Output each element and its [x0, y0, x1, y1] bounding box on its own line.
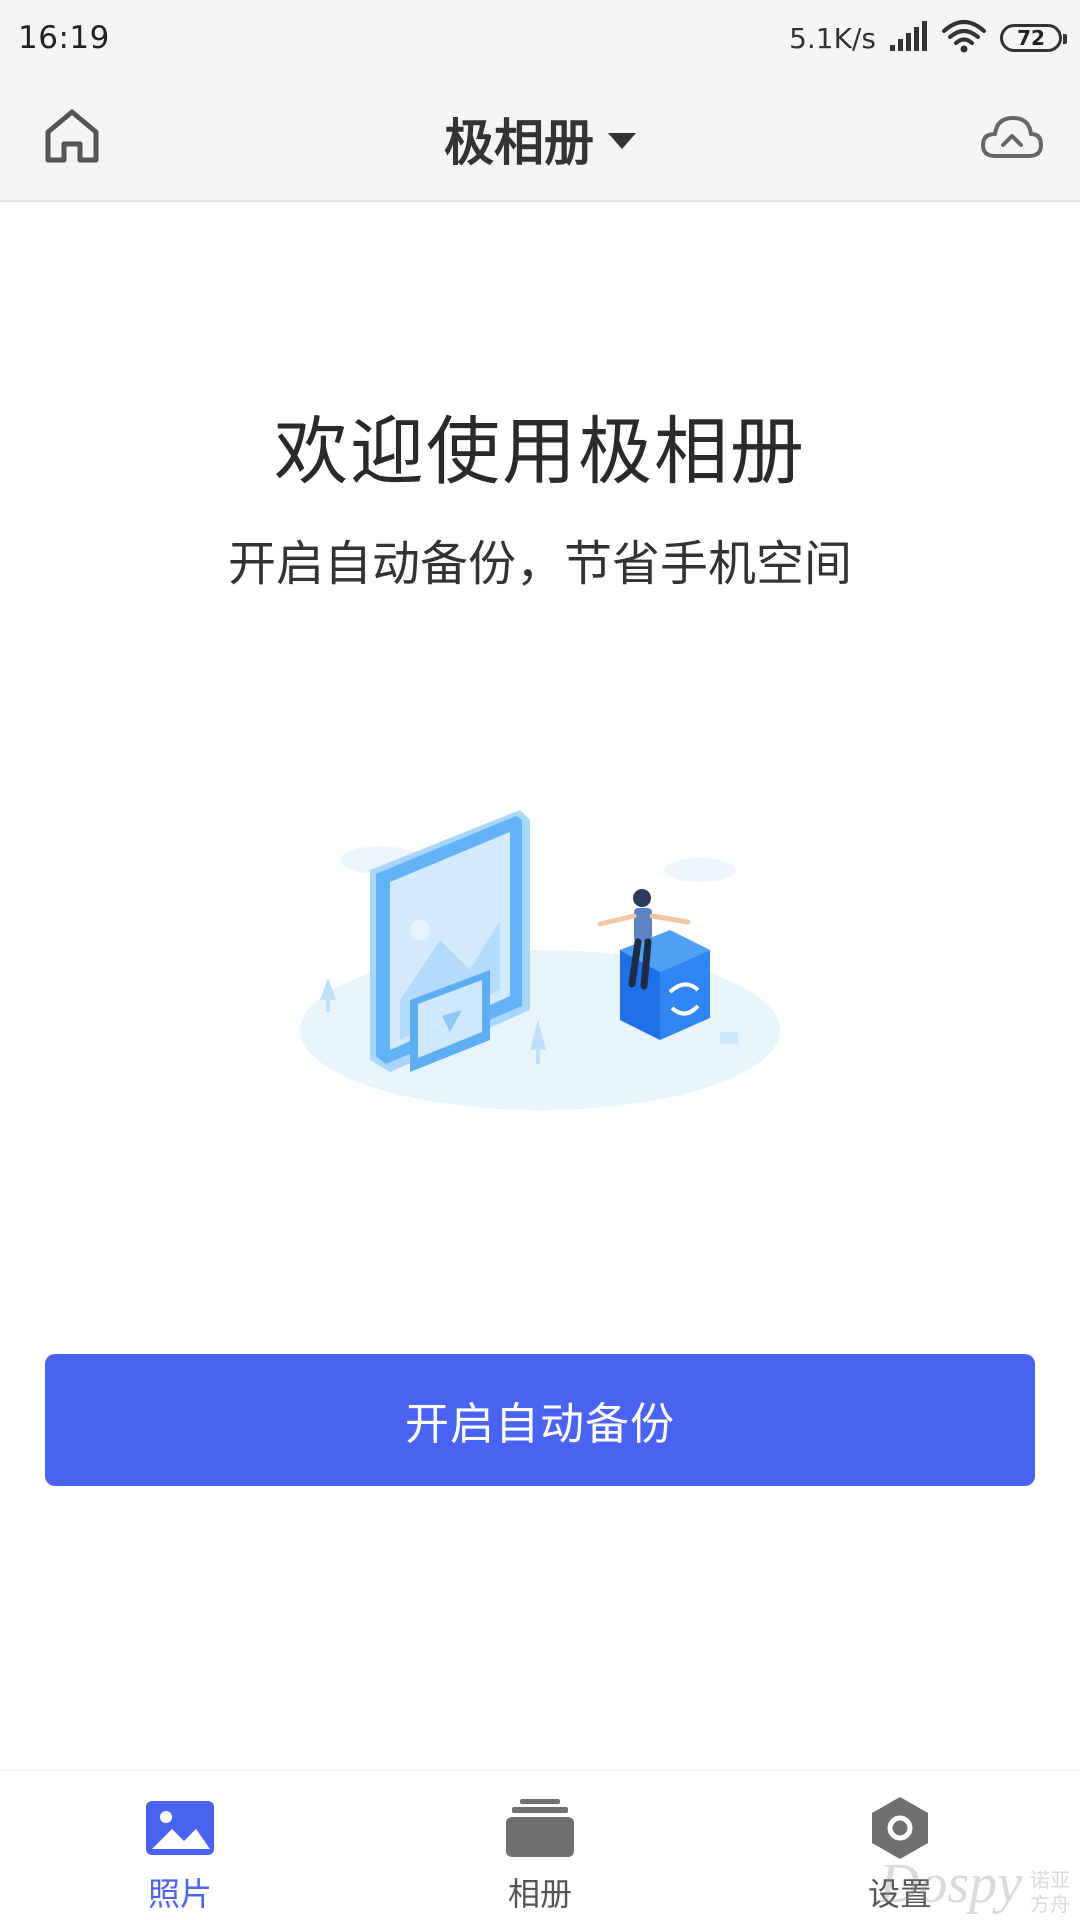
app-bar: 极相册 — [0, 76, 1080, 202]
photo-icon — [142, 1795, 218, 1861]
status-time: 16:19 — [18, 20, 110, 56]
welcome-title: 欢迎使用极相册 — [274, 409, 806, 495]
watermark-side-bottom: 方舟 — [1030, 1892, 1070, 1916]
page-title[interactable]: 极相册 — [444, 103, 594, 175]
tab-photos[interactable]: 照片 — [80, 1771, 280, 1920]
network-speed: 5.1K/s — [789, 21, 876, 55]
caret-down-icon[interactable] — [608, 133, 636, 149]
home-button[interactable] — [36, 102, 108, 174]
wifi-icon — [942, 19, 986, 57]
tab-photos-label: 照片 — [147, 1875, 212, 1913]
backup-illustration — [290, 800, 790, 1120]
watermark-side-top: 诺亚 — [1030, 1868, 1070, 1892]
tab-albums-label: 相册 — [507, 1875, 572, 1913]
home-icon — [40, 104, 104, 172]
album-stack-icon — [502, 1795, 578, 1861]
watermark: Dospy 诺亚 方舟 — [879, 1852, 1070, 1916]
cellular-signal-icon — [890, 21, 928, 55]
battery-indicator: 72 — [1000, 24, 1067, 52]
welcome-subtitle: 开启自动备份，节省手机空间 — [227, 536, 852, 592]
tab-albums[interactable]: 相册 — [440, 1771, 640, 1920]
status-bar: 16:19 5.1K/s 72 — [0, 0, 1080, 76]
status-indicators: 5.1K/s 72 — [789, 19, 1067, 57]
watermark-main: Dospy — [878, 1853, 1022, 1915]
album-title-selector: 极相册 — [0, 76, 1080, 202]
cloud-upload-icon — [979, 112, 1045, 168]
cloud-backup-button[interactable] — [974, 104, 1050, 176]
watermark-side: 诺亚 方舟 — [1030, 1868, 1070, 1916]
enable-auto-backup-button[interactable]: 开启自动备份 — [45, 1354, 1035, 1486]
